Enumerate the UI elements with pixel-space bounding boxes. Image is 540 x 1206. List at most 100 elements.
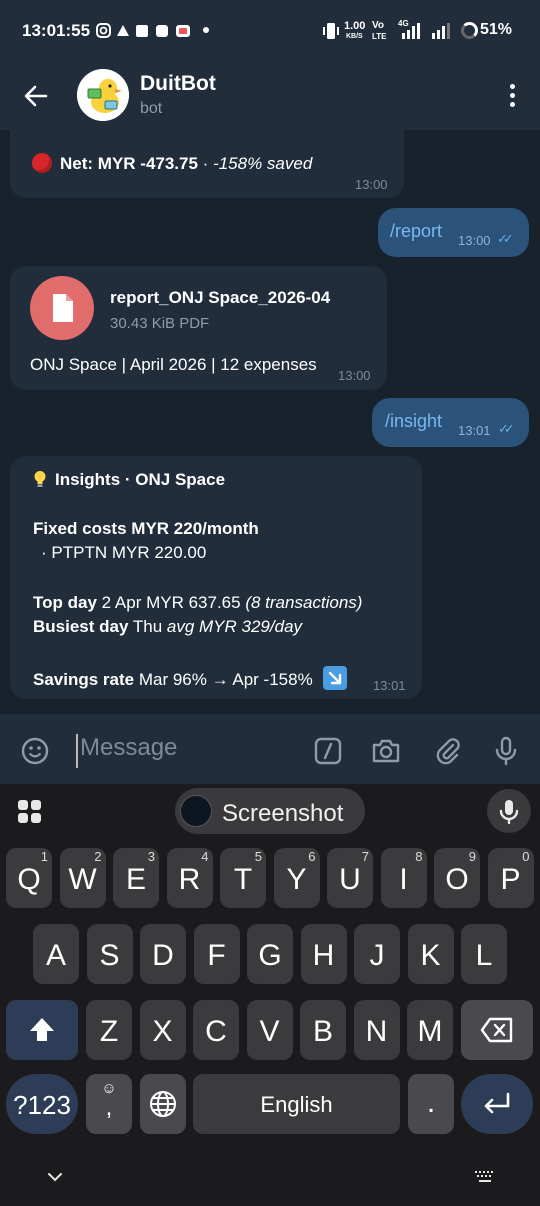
- key-hint: 1: [40, 849, 48, 864]
- attach-icon[interactable]: [433, 736, 463, 766]
- backspace-key[interactable]: [461, 1000, 533, 1060]
- busiest-day-line: Busiest day Thu avg MYR 329/day: [33, 617, 303, 636]
- key-m[interactable]: M: [407, 1000, 453, 1060]
- key-z[interactable]: Z: [86, 1000, 132, 1060]
- bot-commands-icon[interactable]: [313, 736, 343, 766]
- period-key[interactable]: .: [408, 1074, 454, 1134]
- chat-header: DuitBot bot: [0, 62, 540, 130]
- key-v[interactable]: V: [246, 1000, 293, 1060]
- key-h[interactable]: H: [300, 924, 347, 984]
- key-u[interactable]: 7U: [327, 848, 373, 908]
- key-hint: 4: [201, 849, 209, 864]
- key-label: Z: [99, 1015, 119, 1048]
- chat-subtitle: bot: [140, 100, 163, 117]
- key-g[interactable]: G: [247, 924, 293, 984]
- key-l[interactable]: L: [461, 924, 507, 984]
- down-right-arrow-icon: [323, 666, 348, 690]
- data-unit: KB/S: [346, 33, 363, 40]
- key-hint: 8: [415, 849, 423, 864]
- emoji-icon[interactable]: [20, 736, 50, 766]
- insight-command-message[interactable]: /insight 13:01 ✓✓: [372, 398, 529, 447]
- microphone-icon[interactable]: [491, 736, 521, 766]
- file-name[interactable]: report_ONJ Space_2026-04: [110, 288, 330, 308]
- file-download-button[interactable]: [30, 276, 94, 340]
- on-screen-keyboard: Screenshot ?123 ☺ , English . 1 Q 2 W 3 …: [0, 784, 540, 1206]
- message-list[interactable]: Net: MYR -473.75 · -158% saved 13:00 /re…: [0, 130, 540, 714]
- emoji-comma-key[interactable]: ☺ ,: [86, 1074, 132, 1134]
- key-p[interactable]: 0P: [487, 848, 534, 908]
- chat-title[interactable]: DuitBot: [140, 72, 216, 96]
- clipboard-suggestion-chip[interactable]: Screenshot: [175, 788, 365, 834]
- message-input-bar: Message: [0, 714, 540, 784]
- message-time: 13:00: [458, 233, 491, 248]
- net-summary-message[interactable]: Net: MYR -473.75 · -158% saved 13:00: [10, 130, 404, 198]
- language-key[interactable]: [140, 1074, 186, 1134]
- command-text[interactable]: /insight: [385, 411, 442, 432]
- insights-title: Insights · ONJ Space: [33, 470, 225, 490]
- key-j[interactable]: J: [354, 924, 400, 984]
- key-hint: 5: [254, 849, 262, 864]
- message-time: 13:00: [355, 177, 388, 192]
- key-hint: 7: [361, 849, 369, 864]
- key-f[interactable]: F: [193, 924, 240, 984]
- voice-input-button[interactable]: [487, 789, 531, 833]
- key-w[interactable]: 2W: [59, 848, 106, 908]
- key-o[interactable]: 9O: [434, 848, 480, 908]
- key-e[interactable]: 3E: [113, 848, 159, 908]
- bot-avatar[interactable]: [77, 69, 129, 121]
- key-n[interactable]: N: [353, 1000, 400, 1060]
- apps-grid-icon[interactable]: [17, 799, 43, 825]
- read-checks-icon: ✓✓: [497, 231, 514, 246]
- report-command-message[interactable]: /report 13:00 ✓✓: [378, 208, 529, 257]
- status-bar: 13:01:55 1.00 KB/S Vo LTE 4G 51%: [0, 0, 540, 62]
- key-a[interactable]: A: [33, 924, 79, 984]
- lightbulb-icon: [34, 471, 46, 487]
- read-checks-icon: ✓✓: [498, 421, 515, 436]
- key-s[interactable]: S: [86, 924, 133, 984]
- enter-key[interactable]: [461, 1074, 533, 1134]
- key-k[interactable]: K: [407, 924, 454, 984]
- keyboard-switch-icon[interactable]: [474, 1170, 496, 1184]
- message-time: 13:00: [338, 368, 371, 383]
- signal-icon: [402, 23, 450, 39]
- message-time: 13:01: [458, 423, 491, 438]
- message-input[interactable]: Message: [76, 734, 296, 768]
- key-q[interactable]: 1Q: [6, 848, 52, 908]
- enter-arrow-icon: [484, 1092, 510, 1114]
- microphone-icon: [499, 800, 519, 825]
- insights-message[interactable]: Insights · ONJ Space Fixed costs MYR 220…: [10, 456, 422, 699]
- savings-rate-line: Savings rate Mar 96% → Apr -158%: [33, 666, 348, 690]
- document-icon: [53, 294, 73, 322]
- key-label: U: [339, 863, 361, 896]
- file-message[interactable]: report_ONJ Space_2026-04 30.43 KiB PDF O…: [10, 266, 387, 390]
- key-label: H: [312, 939, 335, 972]
- red-circle-icon: [32, 153, 52, 173]
- message-time: 13:01: [373, 678, 406, 693]
- hide-keyboard-icon[interactable]: [47, 1172, 63, 1182]
- camera-icon[interactable]: [371, 736, 401, 766]
- key-label: X: [152, 1015, 173, 1048]
- key-c[interactable]: C: [193, 1000, 239, 1060]
- key-label: W: [68, 863, 97, 896]
- key-d[interactable]: D: [140, 924, 186, 984]
- net-saved: -158% saved: [213, 154, 313, 173]
- key-hint: 9: [468, 849, 476, 864]
- duck-mascot-icon: [77, 69, 129, 121]
- file-size: 30.43 KiB PDF: [110, 315, 210, 332]
- notification-icons: [96, 23, 190, 38]
- key-b[interactable]: B: [300, 1000, 346, 1060]
- space-key[interactable]: English: [193, 1074, 400, 1134]
- key-y[interactable]: 6Y: [273, 848, 320, 908]
- key-i[interactable]: 8I: [380, 848, 427, 908]
- key-t[interactable]: 5T: [220, 848, 266, 908]
- keyboard-toolbar: Screenshot: [0, 784, 540, 838]
- shift-key[interactable]: [6, 1000, 78, 1060]
- key-r[interactable]: 4R: [166, 848, 213, 908]
- command-text[interactable]: /report: [390, 221, 442, 242]
- back-arrow-icon[interactable]: [22, 82, 50, 110]
- key-label: F: [207, 939, 226, 972]
- key-x[interactable]: X: [139, 1000, 186, 1060]
- screenshot-thumbnail: [180, 795, 212, 827]
- symbols-key[interactable]: ?123: [6, 1074, 78, 1134]
- more-options-icon[interactable]: [510, 84, 516, 110]
